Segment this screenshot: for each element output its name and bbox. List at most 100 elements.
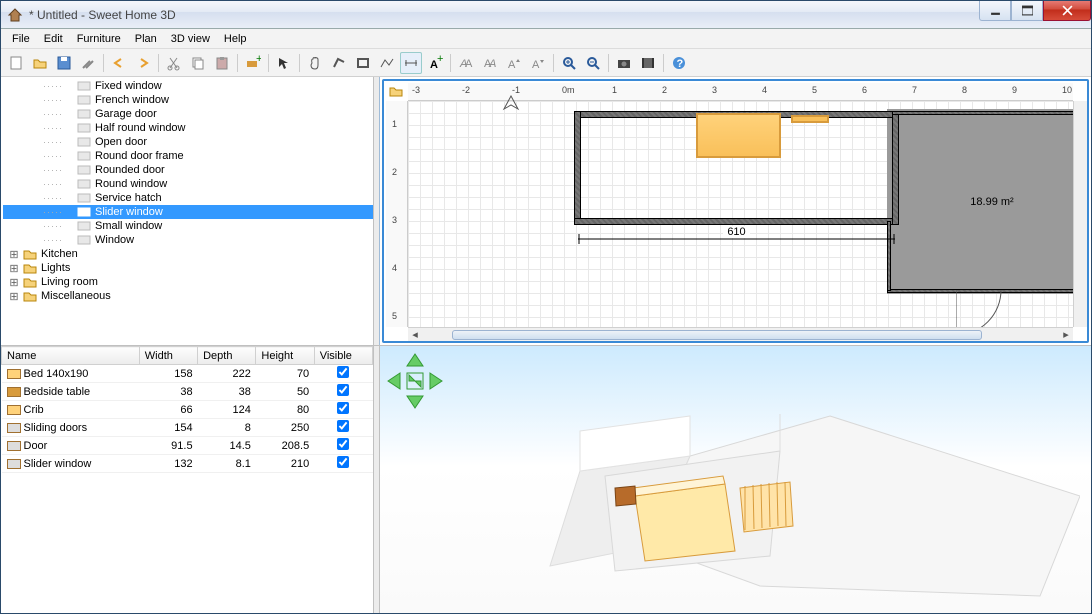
close-button[interactable]: [1043, 1, 1091, 21]
tree-item[interactable]: ·····Slider window: [3, 205, 373, 219]
add-furniture-button[interactable]: +: [242, 52, 264, 74]
cut-button[interactable]: [163, 52, 185, 74]
tree-item[interactable]: ·····Fixed window: [3, 79, 373, 93]
tree-item[interactable]: ·····Half round window: [3, 121, 373, 135]
svg-text:A: A: [532, 59, 540, 71]
col-width[interactable]: Width: [139, 347, 197, 365]
menu-file[interactable]: File: [5, 31, 37, 47]
scene-3d: [520, 376, 1080, 613]
titlebar[interactable]: * Untitled - Sweet Home 3D: [1, 1, 1091, 29]
visible-checkbox[interactable]: [337, 402, 349, 414]
wall[interactable]: [887, 221, 891, 291]
window-title: * Untitled - Sweet Home 3D: [27, 8, 1089, 22]
tree-item[interactable]: ·····Window: [3, 233, 373, 247]
tree-item[interactable]: ·····French window: [3, 93, 373, 107]
photo-button[interactable]: [613, 52, 635, 74]
tree-category[interactable]: ⊞Living room: [3, 275, 373, 289]
plan-canvas[interactable]: 18.99 m²: [408, 101, 1073, 327]
furniture-table[interactable]: Name Width Depth Height Visible Bed 140x…: [1, 346, 373, 473]
table-row[interactable]: Sliding doors1548250: [2, 419, 373, 437]
table-row[interactable]: Slider window1328.1210: [2, 455, 373, 473]
ruler-tick: 5: [812, 85, 817, 95]
tree-item[interactable]: ·····Service hatch: [3, 191, 373, 205]
preferences-button[interactable]: [77, 52, 99, 74]
visible-checkbox[interactable]: [337, 366, 349, 378]
visible-checkbox[interactable]: [337, 438, 349, 450]
col-depth[interactable]: Depth: [198, 347, 256, 365]
visible-checkbox[interactable]: [337, 384, 349, 396]
menu-plan[interactable]: Plan: [128, 31, 164, 47]
help-button[interactable]: ?: [668, 52, 690, 74]
select-tool[interactable]: [273, 52, 295, 74]
table-row[interactable]: Bedside table383850: [2, 383, 373, 401]
tree-item[interactable]: ·····Rounded door: [3, 163, 373, 177]
tree-item[interactable]: ·····Round door frame: [3, 149, 373, 163]
col-name[interactable]: Name: [2, 347, 140, 365]
table-row[interactable]: Crib6612480: [2, 401, 373, 419]
tree-item[interactable]: ·····Garage door: [3, 107, 373, 121]
wall[interactable]: [892, 111, 1089, 115]
plan-scrollbar-horizontal[interactable]: ◂ ▸: [408, 327, 1073, 341]
table-row[interactable]: Door91.514.5208.5: [2, 437, 373, 455]
plan-scrollbar-vertical[interactable]: [1073, 101, 1087, 327]
room-shape[interactable]: 18.99 m²: [887, 109, 1089, 294]
redo-button[interactable]: [132, 52, 154, 74]
tree-item-label: French window: [95, 94, 169, 106]
dimension-line[interactable]: 610: [578, 234, 895, 248]
tree-item-label: Round door frame: [95, 150, 184, 162]
visible-checkbox[interactable]: [337, 420, 349, 432]
col-height[interactable]: Height: [256, 347, 314, 365]
tree-item[interactable]: ·····Small window: [3, 219, 373, 233]
plan-panel: -3-2-10m12345678910 12345 18.99 m²: [379, 77, 1091, 345]
ruler-tick: 3: [392, 215, 397, 225]
view-3d[interactable]: [379, 346, 1091, 613]
pan-tool[interactable]: [304, 52, 326, 74]
nav-3d-control[interactable]: [386, 352, 444, 410]
create-rooms-tool[interactable]: [352, 52, 374, 74]
maximize-button[interactable]: [1011, 1, 1043, 21]
menu-furniture[interactable]: Furniture: [70, 31, 128, 47]
zoom-out-button[interactable]: [582, 52, 604, 74]
tree-category-label: Miscellaneous: [41, 290, 111, 302]
create-text-tool[interactable]: A+: [424, 52, 446, 74]
increase-text-button[interactable]: A: [503, 52, 525, 74]
new-button[interactable]: [5, 52, 27, 74]
tree-category[interactable]: ⊞Lights: [3, 261, 373, 275]
text-italic-button[interactable]: AA: [479, 52, 501, 74]
plan-furniture-crib[interactable]: [791, 115, 829, 123]
ruler-tick: -2: [462, 85, 470, 95]
tree-item[interactable]: ·····Open door: [3, 135, 373, 149]
menu-edit[interactable]: Edit: [37, 31, 70, 47]
undo-button[interactable]: [108, 52, 130, 74]
menu-3dview[interactable]: 3D view: [164, 31, 217, 47]
tree-category[interactable]: ⊞Miscellaneous: [3, 289, 373, 303]
visible-checkbox[interactable]: [337, 456, 349, 468]
paste-button[interactable]: [211, 52, 233, 74]
table-row[interactable]: Bed 140x19015822270: [2, 365, 373, 383]
tree-category-label: Lights: [41, 262, 70, 274]
create-polyline-tool[interactable]: [376, 52, 398, 74]
save-button[interactable]: [53, 52, 75, 74]
wall[interactable]: [574, 111, 581, 225]
plan-view[interactable]: -3-2-10m12345678910 12345 18.99 m²: [382, 79, 1089, 343]
wall[interactable]: [574, 218, 899, 225]
open-button[interactable]: [29, 52, 51, 74]
text-bold-button[interactable]: AA: [455, 52, 477, 74]
tree-item-label: Round window: [95, 178, 167, 190]
plan-furniture-bed[interactable]: [696, 113, 781, 158]
create-dimensions-tool[interactable]: [400, 52, 422, 74]
create-walls-tool[interactable]: [328, 52, 350, 74]
ruler-tick: 1: [612, 85, 617, 95]
menu-help[interactable]: Help: [217, 31, 254, 47]
tree-item[interactable]: ·····Round window: [3, 177, 373, 191]
furniture-tree[interactable]: ·····Fixed window·····French window·····…: [1, 77, 373, 345]
video-button[interactable]: [637, 52, 659, 74]
zoom-in-button[interactable]: [558, 52, 580, 74]
tree-category[interactable]: ⊞Kitchen: [3, 247, 373, 261]
col-visible[interactable]: Visible: [314, 347, 372, 365]
wall[interactable]: [892, 111, 899, 225]
decrease-text-button[interactable]: A: [527, 52, 549, 74]
copy-button[interactable]: [187, 52, 209, 74]
minimize-button[interactable]: [979, 1, 1011, 21]
tree-item-label: Open door: [95, 136, 147, 148]
